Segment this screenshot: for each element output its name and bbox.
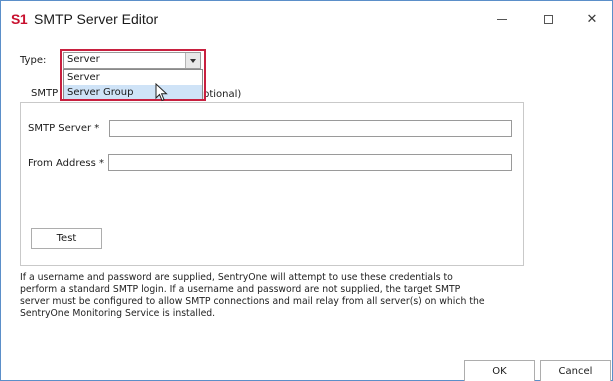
dropdown-arrow-button[interactable] [185,53,200,68]
maximize-button[interactable] [525,1,571,37]
type-select-value: Server [67,54,100,65]
maximize-icon [543,14,553,24]
from-address-input[interactable] [108,154,512,171]
close-button[interactable]: ✕ [569,1,613,37]
type-label: Type: [20,55,47,66]
option-server-group[interactable]: Server Group [64,85,202,100]
sentryone-logo: S1 [11,11,28,27]
ok-button[interactable]: OK [464,360,535,381]
smtp-server-editor-window: S1 SMTP Server Editor ✕ Type: Server SMT… [0,0,613,381]
chevron-down-icon [190,58,196,63]
test-button[interactable]: Test [31,228,102,249]
cancel-button[interactable]: Cancel [540,360,611,381]
window-title: SMTP Server Editor [34,11,159,27]
title-bar[interactable]: S1 SMTP Server Editor ✕ [1,1,612,37]
type-dropdown-list: Server Server Group [63,69,203,100]
option-server[interactable]: Server [64,70,202,85]
from-address-label: From Address * [28,158,104,169]
smtp-server-label: SMTP Server * [28,123,100,134]
tab-smtp[interactable]: SMTP [20,85,64,103]
mouse-pointer-icon [155,83,168,102]
minimize-icon [497,18,507,20]
minimize-button[interactable] [479,1,525,37]
close-icon: ✕ [586,11,598,27]
smtp-server-input[interactable] [109,120,512,137]
type-select[interactable]: Server [63,52,201,69]
tab-authentication[interactable]: ptional) [203,89,241,100]
smtp-credentials-note: If a username and password are supplied,… [20,272,485,319]
